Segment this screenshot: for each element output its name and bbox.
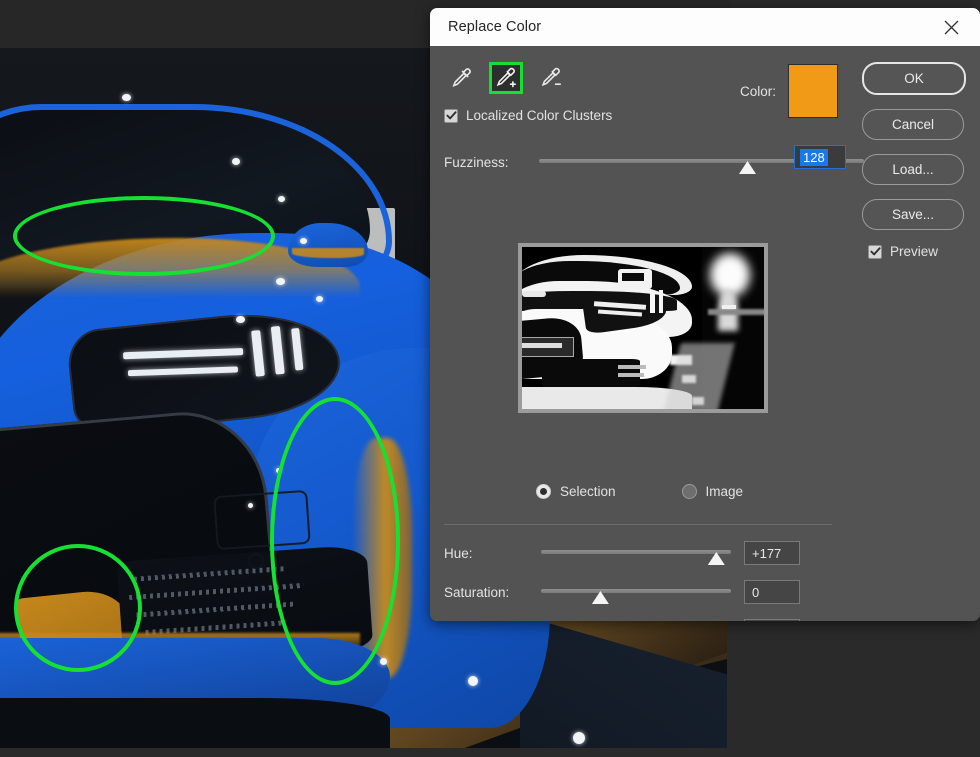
car-tow-hook-cap <box>248 553 264 569</box>
localized-color-clusters-checkbox[interactable]: Localized Color Clusters <box>444 108 612 123</box>
lightness-slider[interactable] <box>541 619 731 621</box>
eyedropper-icon[interactable] <box>444 62 478 94</box>
car-skirt <box>0 698 390 748</box>
dialog-title: Replace Color <box>448 19 541 35</box>
radio-image-label: Image <box>706 484 744 499</box>
preview-checkbox-label: Preview <box>890 244 938 259</box>
saturation-row: Saturation: 0 <box>444 577 832 607</box>
radio-selection-label: Selection <box>560 484 616 499</box>
lightness-row: Lightness: 0 <box>444 616 832 621</box>
replace-color-dialog: Replace Color <box>430 8 980 621</box>
hue-row: Hue: +177 <box>444 538 832 568</box>
radio-image-indicator <box>682 484 697 499</box>
annotation-ellipse-hood <box>13 196 275 276</box>
saturation-input[interactable]: 0 <box>744 580 800 604</box>
radio-image[interactable]: Image <box>682 484 744 499</box>
dialog-button-column: OK Cancel Load... Save... Preview <box>862 62 964 259</box>
saturation-label: Saturation: <box>444 585 541 600</box>
checkbox-checked-icon <box>868 245 882 259</box>
lightness-input[interactable]: 0 <box>744 619 800 621</box>
checkbox-checked-icon <box>444 109 458 123</box>
selection-preview-image[interactable] <box>522 247 764 409</box>
preview-checkbox[interactable]: Preview <box>868 244 964 259</box>
eyedropper-add-icon[interactable] <box>489 62 523 94</box>
annotation-ellipse-bumper <box>14 544 142 672</box>
color-swatch[interactable] <box>788 64 838 118</box>
hue-label: Hue: <box>444 546 541 561</box>
cancel-button[interactable]: Cancel <box>862 109 964 140</box>
hue-slider[interactable] <box>541 541 731 565</box>
fuzziness-label: Fuzziness: <box>444 155 539 170</box>
car-mirror-orange-remnant <box>292 248 364 258</box>
eyedropper-subtract-icon[interactable] <box>534 62 568 94</box>
annotation-ellipse-fender <box>270 397 400 685</box>
hue-slider-track <box>541 550 731 554</box>
load-button[interactable]: Load... <box>862 154 964 185</box>
fuzziness-input[interactable]: 128 <box>794 145 846 169</box>
color-row: Color: <box>740 64 838 118</box>
localized-color-clusters-label: Localized Color Clusters <box>466 108 612 123</box>
hue-input[interactable]: +177 <box>744 541 800 565</box>
fuzziness-value: 128 <box>800 149 828 166</box>
dialog-titlebar: Replace Color <box>430 8 980 46</box>
selection-preview-frame <box>518 243 768 413</box>
saturation-slider[interactable] <box>541 580 731 604</box>
preview-mode-radios: Selection Image <box>536 484 743 499</box>
close-icon[interactable] <box>938 14 964 40</box>
color-label: Color: <box>740 84 776 99</box>
dialog-body: Color: Localized Color Clusters Fuzzines… <box>430 46 980 621</box>
save-button[interactable]: Save... <box>862 199 964 230</box>
section-divider <box>444 524 832 525</box>
radio-selection[interactable]: Selection <box>536 484 616 499</box>
radio-selection-indicator <box>536 484 551 499</box>
saturation-slider-track <box>541 589 731 593</box>
ok-button[interactable]: OK <box>862 62 966 95</box>
eyedropper-toolbar <box>444 62 568 94</box>
